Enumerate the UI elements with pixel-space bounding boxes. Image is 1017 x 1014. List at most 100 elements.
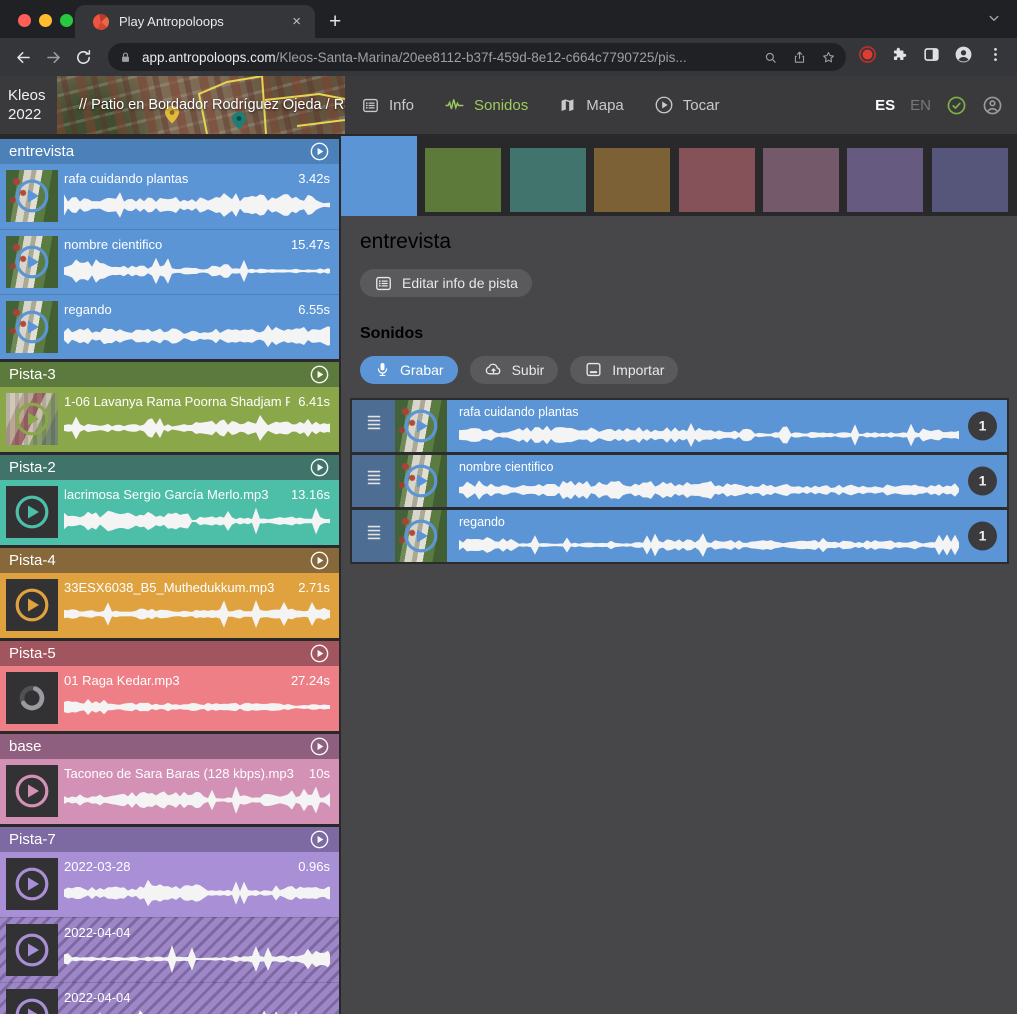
browser-menu-kebab-icon[interactable] xyxy=(986,45,1005,69)
waveform xyxy=(64,506,330,536)
play-track-icon[interactable] xyxy=(309,457,330,478)
grabar-button[interactable]: Grabar xyxy=(360,356,458,384)
sound-item[interactable]: 2022-04-04 xyxy=(0,982,339,1014)
play-icon xyxy=(14,773,50,809)
sound-duration: 2.71s xyxy=(298,580,330,596)
play-track-icon[interactable] xyxy=(309,643,330,664)
tab-close-icon[interactable]: × xyxy=(288,13,305,30)
play-track-icon[interactable] xyxy=(309,364,330,385)
play-icon xyxy=(14,932,50,968)
edit-track-info-button[interactable]: Editar info de pista xyxy=(360,269,532,297)
track-header[interactable]: Pista-5 xyxy=(0,641,339,666)
url-path: /Kleos-Santa-Marina/20ee8112-b37f-459d-8… xyxy=(276,50,687,65)
sound-thumbnail[interactable] xyxy=(395,510,447,562)
close-window-icon[interactable] xyxy=(18,14,31,27)
mixer-block-7[interactable] xyxy=(932,148,1008,212)
track-header[interactable]: Pista-2 xyxy=(0,455,339,480)
sound-duration: 0.96s xyxy=(298,859,330,875)
sound-item[interactable]: 01 Raga Kedar.mp327.24s xyxy=(0,666,339,731)
mixer-block-1[interactable] xyxy=(425,148,501,212)
nav-tocar[interactable]: Tocar xyxy=(654,95,720,115)
play-track-icon[interactable] xyxy=(309,829,330,850)
sound-item[interactable]: 1-06 Lavanya Rama Poorna Shadjam Rupak..… xyxy=(0,387,339,452)
address-bar[interactable]: app.antropoloops.com/Kleos-Santa-Marina/… xyxy=(108,43,846,71)
sound-thumbnail[interactable] xyxy=(395,455,447,507)
sound-duration: 27.24s xyxy=(291,673,330,689)
track-header[interactable]: base xyxy=(0,734,339,759)
zoom-page-icon[interactable] xyxy=(763,50,778,65)
drag-handle[interactable] xyxy=(352,510,395,562)
lang-es[interactable]: ES xyxy=(875,97,895,114)
sound-thumbnail[interactable] xyxy=(6,924,58,976)
track-header[interactable]: Pista-3 xyxy=(0,362,339,387)
forward-button[interactable] xyxy=(38,48,68,67)
app-logo[interactable]: Kleos 2022 xyxy=(0,86,57,125)
window-controls[interactable] xyxy=(18,14,73,27)
sound-thumbnail[interactable] xyxy=(6,170,58,222)
track-header[interactable]: entrevista xyxy=(0,139,339,164)
reload-button[interactable] xyxy=(68,48,98,67)
nav-info[interactable]: Info xyxy=(361,96,414,115)
mixer-block-6[interactable] xyxy=(847,148,923,212)
tab-search-chevron-icon[interactable] xyxy=(985,9,1017,38)
play-track-icon[interactable] xyxy=(309,141,330,162)
subir-button[interactable]: Subir xyxy=(470,356,559,384)
loading-thumbnail[interactable] xyxy=(6,672,58,724)
sound-thumbnail[interactable] xyxy=(6,765,58,817)
panel-sound-row[interactable]: regando1 xyxy=(352,510,1007,562)
profile-avatar-icon[interactable] xyxy=(954,45,973,69)
header-right: ES EN xyxy=(875,95,1017,116)
tab-title: Play Antropoloops xyxy=(119,14,288,29)
record-extension-icon[interactable] xyxy=(858,45,877,69)
sounds-heading: Sonidos xyxy=(360,325,1017,343)
drag-handle[interactable] xyxy=(352,400,395,452)
sound-content: 33ESX6038_B5_Muthedukkum.mp32.71s xyxy=(64,573,339,638)
nav-mapa[interactable]: Mapa xyxy=(558,96,624,115)
sound-name: nombre cientifico xyxy=(64,237,162,253)
sound-thumbnail[interactable] xyxy=(6,236,58,288)
share-icon[interactable] xyxy=(792,50,807,65)
track-header[interactable]: Pista-4 xyxy=(0,548,339,573)
mixer-block-2[interactable] xyxy=(510,148,586,212)
sound-thumbnail[interactable] xyxy=(6,989,58,1014)
sound-thumbnail[interactable] xyxy=(6,858,58,910)
logo-line2: 2022 xyxy=(8,105,57,125)
bookmark-star-icon[interactable] xyxy=(821,50,836,65)
new-tab-button[interactable]: + xyxy=(315,11,355,38)
sound-item[interactable]: 2022-04-04 xyxy=(0,917,339,982)
play-track-icon[interactable] xyxy=(309,550,330,571)
minimize-window-icon[interactable] xyxy=(39,14,52,27)
side-panel-icon[interactable] xyxy=(922,45,941,69)
saved-check-icon[interactable] xyxy=(946,95,967,116)
sound-item[interactable]: nombre cientifico15.47s xyxy=(0,229,339,294)
back-button[interactable] xyxy=(8,48,38,67)
sound-item[interactable]: 33ESX6038_B5_Muthedukkum.mp32.71s xyxy=(0,573,339,638)
zoom-window-icon[interactable] xyxy=(60,14,73,27)
sound-item[interactable]: Taconeo de Sara Baras (128 kbps).mp310s xyxy=(0,759,339,824)
sound-item[interactable]: regando6.55s xyxy=(0,294,339,359)
extensions-puzzle-icon[interactable] xyxy=(890,45,909,69)
sound-item[interactable]: rafa cuidando plantas3.42s xyxy=(0,164,339,229)
panel-sound-row[interactable]: nombre cientifico1 xyxy=(352,455,1007,507)
mixer-block-4[interactable] xyxy=(679,148,755,212)
play-track-icon[interactable] xyxy=(309,736,330,757)
lang-en[interactable]: EN xyxy=(910,97,931,114)
sound-thumbnail[interactable] xyxy=(6,393,58,445)
mixer-block-5[interactable] xyxy=(763,148,839,212)
map-banner[interactable]: // Patio en Bordador Rodríguez Ojeda / R… xyxy=(57,76,345,134)
sound-thumbnail[interactable] xyxy=(395,400,447,452)
sound-thumbnail[interactable] xyxy=(6,579,58,631)
mixer-block-0[interactable] xyxy=(341,136,417,216)
sound-thumbnail[interactable] xyxy=(6,486,58,538)
nav-sonidos[interactable]: Sonidos xyxy=(444,95,528,116)
mixer-block-3[interactable] xyxy=(594,148,670,212)
account-icon[interactable] xyxy=(982,95,1003,116)
browser-tab[interactable]: Play Antropoloops × xyxy=(75,5,315,38)
importar-button[interactable]: Importar xyxy=(570,356,678,384)
track-header[interactable]: Pista-7 xyxy=(0,827,339,852)
sound-item[interactable]: 2022-03-280.96s xyxy=(0,852,339,917)
sound-item[interactable]: lacrimosa Sergio García Merlo.mp313.16s xyxy=(0,480,339,545)
sound-thumbnail[interactable] xyxy=(6,301,58,353)
panel-sound-row[interactable]: rafa cuidando plantas1 xyxy=(352,400,1007,452)
drag-handle[interactable] xyxy=(352,455,395,507)
